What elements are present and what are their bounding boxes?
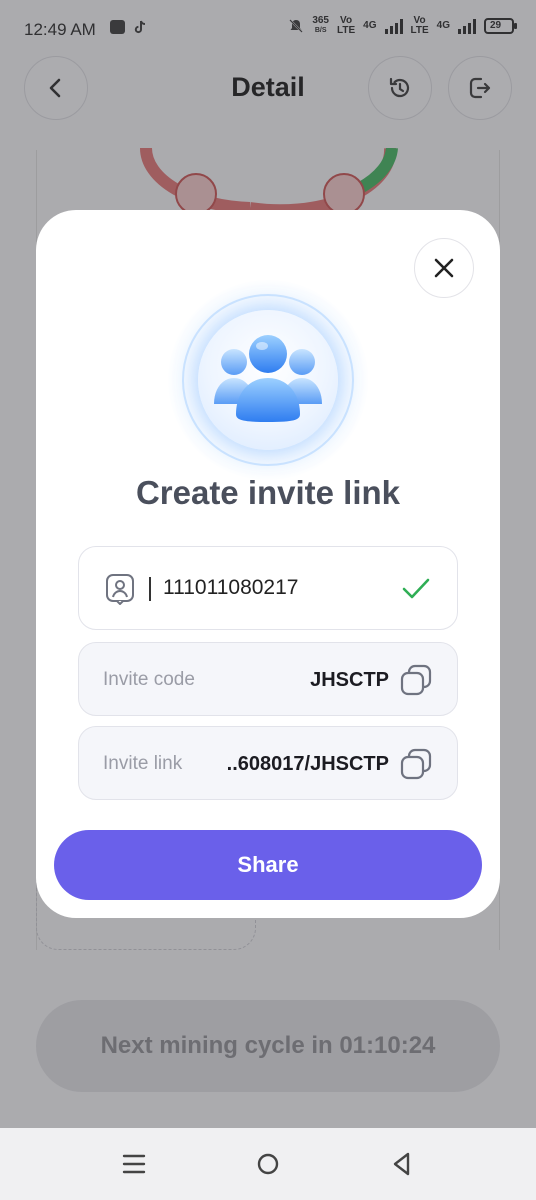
back-triangle-icon[interactable] xyxy=(386,1148,418,1180)
copy-icon[interactable] xyxy=(399,747,433,781)
check-icon xyxy=(402,578,430,599)
share-button[interactable]: Share xyxy=(54,830,482,900)
user-badge-icon xyxy=(106,574,134,605)
invite-code-value: JHSCTP xyxy=(310,669,389,691)
close-button[interactable] xyxy=(414,238,474,298)
invite-link-value: ..608017/JHSCTP xyxy=(226,753,389,775)
invite-code-label: Invite code xyxy=(103,669,195,690)
copy-icon[interactable] xyxy=(399,663,433,697)
system-nav-bar xyxy=(0,1128,536,1200)
uid-separator xyxy=(149,577,151,601)
users-group-icon xyxy=(214,335,322,422)
close-icon xyxy=(434,258,454,278)
invite-link-label: Invite link xyxy=(103,753,183,774)
invite-modal: Create invite link 111011080217 Invite c… xyxy=(36,210,500,918)
menu-icon[interactable] xyxy=(118,1148,150,1180)
invite-link-field: Invite link ..608017/JHSCTP xyxy=(78,726,458,800)
home-circle-icon[interactable] xyxy=(252,1148,284,1180)
uid-value: 111011080217 xyxy=(163,576,299,599)
invite-code-field: Invite code JHSCTP xyxy=(78,642,458,716)
uid-field[interactable]: 111011080217 xyxy=(78,546,458,630)
hero-illustration xyxy=(168,280,368,480)
modal-title: Create invite link xyxy=(135,474,401,511)
